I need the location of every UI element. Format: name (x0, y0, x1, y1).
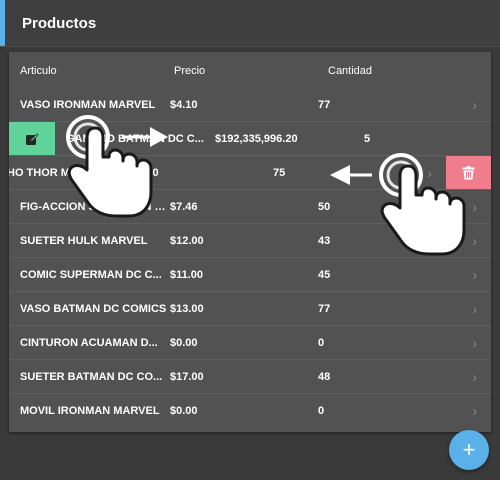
product-name: VASO BATMAN DC COMICS (20, 303, 167, 315)
chevron-right-icon: › (427, 165, 432, 181)
product-row-swiped-delete[interactable]: HO THOR MARVEL $17.00 75 › (9, 156, 491, 190)
product-name: FIG-ACCION SUPERMAN M... (20, 201, 170, 213)
product-name: HO THOR MARVEL (9, 167, 108, 179)
product-name: SUETER BATMAN DC CO... (20, 371, 163, 383)
product-price: $17.00 (125, 167, 159, 179)
product-price: $7.46 (170, 201, 198, 213)
column-header-cantidad: Cantidad (328, 65, 373, 77)
product-price: $4.10 (170, 99, 198, 111)
product-quantity: 45 (318, 269, 331, 281)
product-price: $12.00 (170, 235, 204, 247)
chevron-right-icon: › (472, 369, 477, 385)
product-price: $0.00 (170, 337, 198, 349)
chevron-right-icon: › (472, 97, 477, 113)
chevron-right-icon: › (472, 199, 477, 215)
chevron-right-icon: › (472, 403, 477, 419)
product-price: $11.00 (170, 269, 204, 281)
header-accent-bar (0, 0, 5, 46)
product-quantity: 5 (364, 133, 371, 145)
product-name: COMIC SUPERMAN DC C... (20, 269, 162, 281)
chevron-right-icon: › (472, 267, 477, 283)
product-price: $192,335,996.20 (215, 133, 298, 145)
product-quantity: 50 (318, 201, 331, 213)
product-row[interactable]: SUETER HULK MARVEL $12.00 43 › (9, 224, 491, 258)
product-name: SUETER HULK MARVEL (20, 235, 148, 247)
column-header-precio: Precio (174, 65, 206, 77)
app-header: Productos (0, 0, 500, 47)
product-row[interactable]: VASO BATMAN DC COMICS $13.00 77 › (9, 292, 491, 326)
product-quantity: 48 (318, 371, 331, 383)
chevron-right-icon: › (472, 335, 477, 351)
edit-button[interactable] (9, 122, 55, 156)
edit-icon (26, 133, 39, 145)
product-price: $0.00 (170, 405, 198, 417)
product-quantity: 0 (318, 405, 325, 417)
product-row-swiped-edit[interactable]: GANCHO BATMAN DC C... $192,335,996.20 5 (9, 122, 491, 156)
product-quantity: 75 (273, 167, 286, 179)
chevron-right-icon: › (472, 233, 477, 249)
product-row[interactable]: VASO IRONMAN MARVEL $4.10 77 › (9, 88, 491, 122)
column-header-articulo: Articulo (20, 65, 57, 77)
product-quantity: 43 (318, 235, 331, 247)
chevron-right-icon: › (472, 301, 477, 317)
product-row[interactable]: SUETER BATMAN DC CO... $17.00 48 › (9, 360, 491, 394)
product-price: $13.00 (170, 303, 204, 315)
product-name: MOVIL IRONMAN MARVEL (20, 405, 160, 417)
delete-button[interactable] (446, 156, 491, 190)
product-name: GANCHO BATMAN DC C... (66, 133, 204, 145)
add-product-button[interactable]: + (449, 430, 489, 470)
product-name: CINTURON ACUAMAN D... (20, 337, 158, 349)
product-row[interactable]: CINTURON ACUAMAN D... $0.00 0 › (9, 326, 491, 360)
product-price: $17.00 (170, 371, 204, 383)
plus-icon: + (462, 437, 476, 462)
product-row[interactable]: COMIC SUPERMAN DC C... $11.00 45 › (9, 258, 491, 292)
products-card: Articulo Precio Cantidad VASO IRONMAN MA… (9, 52, 491, 432)
page-title: Productos (22, 15, 97, 32)
product-row[interactable]: FIG-ACCION SUPERMAN M... $7.46 50 › (9, 190, 491, 224)
product-quantity: 77 (318, 99, 331, 111)
product-quantity: 77 (318, 303, 331, 315)
trash-icon (462, 166, 475, 180)
product-name: VASO IRONMAN MARVEL (20, 99, 156, 111)
product-row[interactable]: MOVIL IRONMAN MARVEL $0.00 0 › (9, 394, 491, 428)
product-quantity: 0 (318, 337, 325, 349)
